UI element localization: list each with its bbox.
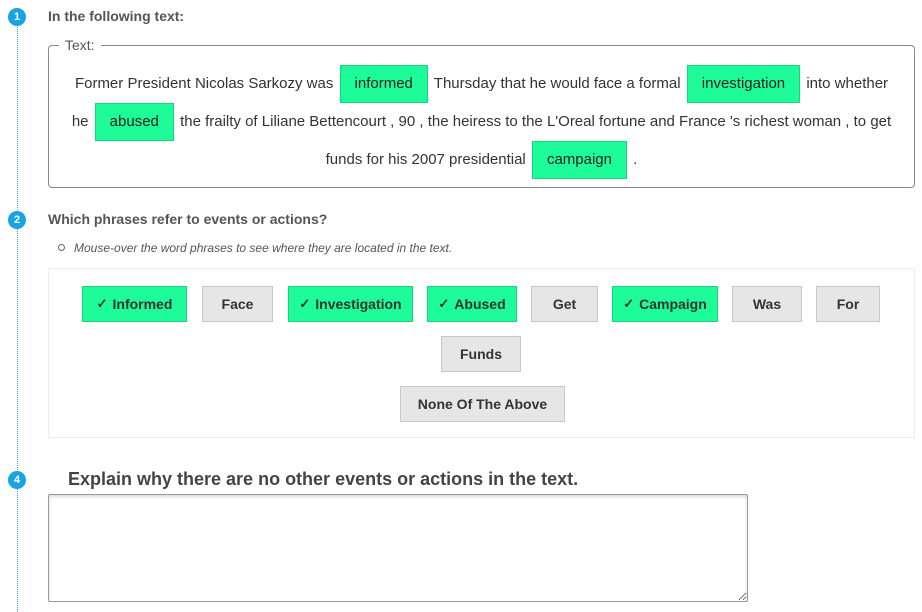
text-line-2: he abused the frailty of Liliane Bettenc…	[49, 103, 914, 141]
highlight-investigation[interactable]: investigation	[686, 65, 801, 103]
hint-text: Mouse-over the word phrases to see where…	[74, 241, 453, 255]
check-icon: ✓	[438, 296, 450, 311]
check-icon: ✓	[96, 296, 108, 311]
text-span: into whether	[806, 75, 889, 92]
check-icon: ✓	[299, 296, 311, 311]
choice-label: Funds	[460, 346, 502, 362]
highlight-abused[interactable]: abused	[94, 103, 174, 141]
choice-label: Was	[752, 296, 782, 312]
choice-face[interactable]: Face	[202, 286, 273, 322]
text-line-1: Former President Nicolas Sarkozy was inf…	[49, 65, 914, 103]
text-line-3: funds for his 2007 presidential campaign…	[49, 141, 914, 179]
choice-label: Abused	[454, 296, 506, 312]
choice-panel: ✓ Informed Face ✓ Investigation ✓ Abused Ge…	[48, 268, 915, 438]
choice-label: Campaign	[639, 296, 707, 312]
step-1-title: In the following text:	[48, 8, 185, 24]
highlight-informed[interactable]: informed	[339, 65, 428, 103]
choice-campaign[interactable]: ✓ Campaign	[612, 286, 718, 322]
choice-abused[interactable]: ✓ Abused	[427, 286, 517, 322]
choice-label: Informed	[112, 296, 173, 312]
choice-label: For	[836, 296, 860, 312]
check-icon: ✓	[623, 296, 635, 311]
choice-informed[interactable]: ✓ Informed	[82, 286, 187, 322]
step-1-badge: 1	[8, 8, 26, 26]
choice-label: None Of The Above	[417, 396, 548, 412]
text-span: Thursday that he would face a formal	[433, 75, 681, 92]
explanation-textarea[interactable]	[48, 494, 748, 602]
choice-label: Face	[221, 296, 254, 312]
text-span: he	[71, 113, 89, 130]
text-span: the frailty of Liliane Bettencourt , 90 …	[180, 113, 892, 130]
bullet-icon	[58, 244, 65, 251]
highlight-campaign[interactable]: campaign	[531, 141, 627, 179]
choice-for[interactable]: For	[816, 286, 880, 322]
step-2-badge: 2	[8, 211, 26, 229]
choice-none-of-the-above[interactable]: None Of The Above	[400, 386, 565, 422]
choice-label: Get	[552, 296, 577, 312]
choice-investigation[interactable]: ✓ Investigation	[288, 286, 413, 322]
text-fieldset: Text: Former President Nicolas Sarkozy w…	[48, 37, 915, 188]
choice-label: Investigation	[315, 296, 402, 312]
step-4-title: Explain why there are no other events or…	[68, 469, 579, 489]
choice-was[interactable]: Was	[732, 286, 802, 322]
step-4-badge: 4	[8, 471, 26, 489]
text-legend: Text:	[59, 37, 101, 53]
step-2-title: Which phrases refer to events or actions…	[48, 211, 328, 227]
step-rail	[17, 18, 18, 612]
text-span: Former President Nicolas Sarkozy was	[74, 75, 334, 92]
text-span: funds for his 2007 presidential	[325, 151, 526, 168]
choice-get[interactable]: Get	[531, 286, 598, 322]
choice-funds[interactable]: Funds	[441, 336, 521, 372]
text-span: .	[633, 151, 638, 168]
